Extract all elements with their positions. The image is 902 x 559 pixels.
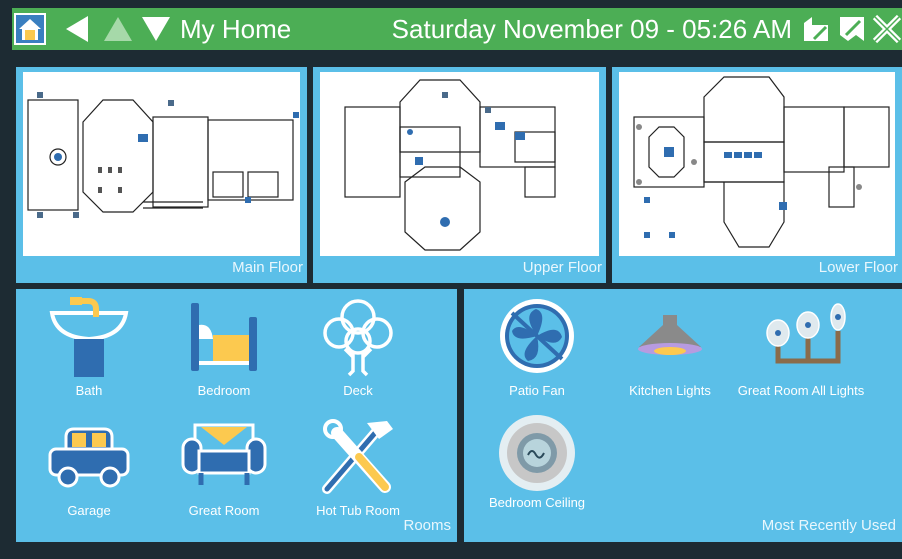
home-icon[interactable] — [14, 13, 46, 45]
room-tile-great-room[interactable]: Great Room — [168, 415, 280, 535]
device-tile-kitchen-lights[interactable]: Kitchen Lights — [614, 295, 726, 415]
room-tile-label: Great Room — [188, 503, 260, 518]
collapse-icon[interactable] — [800, 13, 832, 45]
expand-icon[interactable] — [836, 13, 868, 45]
panel-caption: Rooms — [403, 517, 451, 534]
sink-icon — [49, 297, 129, 377]
floor-lower[interactable]: Lower Floor — [612, 67, 902, 283]
room-tile-bedroom[interactable]: Bedroom — [168, 295, 280, 415]
room-tile-label: Deck — [343, 383, 373, 398]
room-tile-hot-tub-room[interactable]: Hot Tub Room — [302, 415, 414, 535]
floor-plan-image — [619, 72, 895, 256]
floor-main[interactable]: Main Floor — [16, 67, 307, 283]
header-bar-container: My Home Saturday November 09 - 05:26 AM — [0, 0, 902, 58]
room-tile-label: Bath — [75, 383, 103, 398]
back-arrow-icon[interactable] — [62, 13, 94, 45]
device-tile-label: Patio Fan — [509, 383, 565, 398]
datetime-display: Saturday November 09 - 05:26 AM — [391, 14, 792, 44]
floor-label: Upper Floor — [522, 259, 602, 276]
room-tile-bath[interactable]: Bath — [33, 295, 145, 415]
armchair-icon — [181, 423, 267, 485]
dome-light-icon — [499, 415, 575, 491]
floor-plan-image — [320, 72, 599, 256]
room-tile-label: Bedroom — [197, 383, 251, 398]
floor-label: Lower Floor — [818, 259, 898, 276]
tree-icon — [323, 299, 393, 377]
floor-upper[interactable]: Upper Floor — [313, 67, 606, 283]
device-tile-label: Bedroom Ceiling — [488, 495, 586, 510]
up-arrow-icon[interactable] — [102, 13, 134, 45]
fan-icon — [500, 299, 574, 373]
panel-caption: Most Recently Used — [761, 517, 896, 534]
bulbs-icon — [766, 303, 846, 364]
car-icon — [48, 427, 130, 488]
close-icon[interactable] — [872, 13, 902, 45]
device-tile-patio-fan[interactable]: Patio Fan — [481, 295, 593, 415]
room-tile-label: Garage — [67, 503, 111, 518]
device-tile-bedroom-ceiling[interactable]: Bedroom Ceiling — [481, 411, 593, 531]
down-arrow-icon[interactable] — [140, 13, 172, 45]
ceiling-light-icon — [638, 315, 702, 355]
bed-icon — [191, 303, 257, 371]
device-tile-label: Kitchen Lights — [629, 383, 711, 398]
rooms-panel: Bath Bedroom Deck Garage Great Room Hot … — [16, 289, 457, 542]
device-tile-label: Great Room All Lights — [737, 383, 865, 398]
most-recently-used-panel: Patio Fan Kitchen Lights Great Room All … — [464, 289, 902, 542]
page-title: My Home — [180, 14, 292, 44]
room-tile-garage[interactable]: Garage — [33, 415, 145, 535]
room-tile-label: Hot Tub Room — [316, 503, 400, 518]
floor-plan-image — [23, 72, 300, 256]
room-tile-deck[interactable]: Deck — [302, 295, 414, 415]
tools-icon — [322, 419, 393, 494]
device-tile-great-room-all-lights[interactable]: Great Room All Lights — [738, 295, 864, 415]
floor-label: Main Floor — [232, 259, 303, 276]
